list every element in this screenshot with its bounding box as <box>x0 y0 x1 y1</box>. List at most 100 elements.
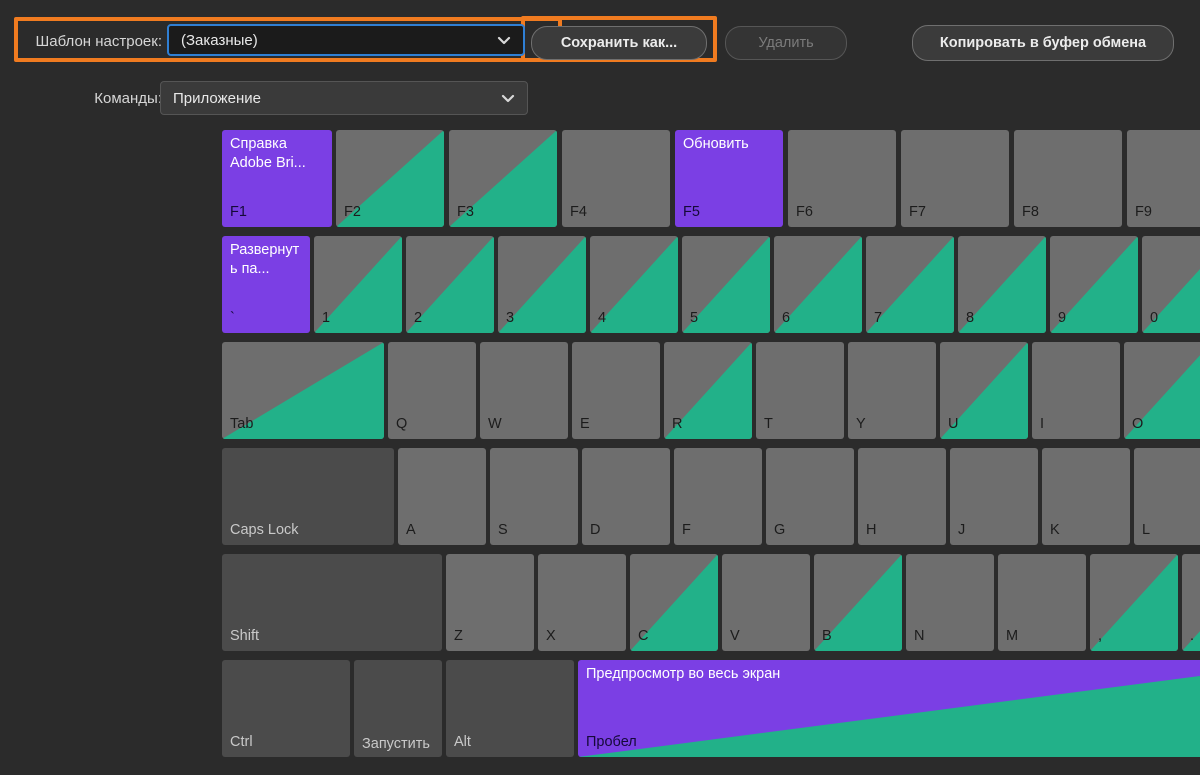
key-g[interactable]: G <box>766 448 854 545</box>
keyboard-row-function-row: Справка Adobe Bri...F1 F2 F3 F4ОбновитьF5 F6… <box>0 130 1200 235</box>
key-cap-label: G <box>774 522 785 539</box>
copy-to-clipboard-button[interactable]: Копировать в буфер обмена <box>912 25 1174 61</box>
key-3[interactable]: 3 <box>498 236 586 333</box>
key-cap-label: 8 <box>966 310 974 327</box>
key-m[interactable]: M <box>998 554 1086 651</box>
key-9[interactable]: 9 <box>1050 236 1138 333</box>
chevron-down-icon <box>501 91 515 105</box>
key-cap-label: V <box>730 628 740 645</box>
key-cap-label: K <box>1050 522 1060 539</box>
key-alt[interactable]: Alt <box>446 660 574 757</box>
keyboard-row-bottom-row: CtrlЗапуститьAltПредпросмотр во весь экр… <box>0 660 1200 765</box>
key-cap-label: F3 <box>457 204 474 221</box>
preset-label: Шаблон настроек: <box>22 33 162 50</box>
key-u[interactable]: U <box>940 342 1028 439</box>
key-cap-label: Tab <box>230 416 253 433</box>
key-ctrl[interactable]: Ctrl <box>222 660 350 757</box>
key-l[interactable]: L <box>1134 448 1200 545</box>
key-cap-label: F2 <box>344 204 361 221</box>
key-cap-label: 0 <box>1150 310 1158 327</box>
preset-select[interactable]: (Заказные) <box>167 24 525 56</box>
key-cap-label: F <box>682 522 691 539</box>
key-v[interactable]: V <box>722 554 810 651</box>
save-as-button[interactable]: Сохранить как... <box>531 26 707 60</box>
key-f2[interactable]: F2 <box>336 130 444 227</box>
shortcut-fill-triangle <box>1090 554 1178 651</box>
key-cap-label: 1 <box>322 310 330 327</box>
key-command-label: Развернуть па... <box>230 241 304 278</box>
key-f1[interactable]: Справка Adobe Bri...F1 <box>222 130 332 227</box>
key-f4[interactable]: F4 <box>562 130 670 227</box>
key-cap-label: W <box>488 416 502 433</box>
key--[interactable]: Развернуть па... ` <box>222 236 310 333</box>
key-0[interactable]: 0 <box>1142 236 1200 333</box>
keyboard-row-number-row: Развернуть па... ` 1 23456 78 90 <box>0 236 1200 341</box>
key-f8[interactable]: F8 <box>1014 130 1122 227</box>
key-o[interactable]: O <box>1124 342 1200 439</box>
commands-select[interactable]: Приложение <box>160 81 528 115</box>
key-f5[interactable]: ОбновитьF5 <box>675 130 783 227</box>
key-cap-label: U <box>948 416 958 433</box>
key-k[interactable]: K <box>1042 448 1130 545</box>
keyboard-row-shift-row: Shift Z X CV BNM,. <box>0 554 1200 659</box>
delete-button[interactable]: Удалить <box>725 26 847 60</box>
key--[interactable]: . <box>1182 554 1200 651</box>
key-2[interactable]: 2 <box>406 236 494 333</box>
key-cap-label: Q <box>396 416 407 433</box>
key-f6[interactable]: F6 <box>788 130 896 227</box>
key-s[interactable]: S <box>490 448 578 545</box>
key-d[interactable]: D <box>582 448 670 545</box>
key-пробел[interactable]: Предпросмотр во весь экранПробел <box>578 660 1200 757</box>
key-n[interactable]: N <box>906 554 994 651</box>
key-cap-label: X <box>546 628 556 645</box>
key-cap-label: F6 <box>796 204 813 221</box>
key-q[interactable]: Q <box>388 342 476 439</box>
key-cap-label: D <box>590 522 600 539</box>
key-запустить[interactable]: Запустить <box>354 660 442 757</box>
key-f9[interactable]: F9 <box>1127 130 1200 227</box>
key-cap-label: T <box>764 416 773 433</box>
key-6[interactable]: 6 <box>774 236 862 333</box>
key-cap-label: Пробел <box>586 734 637 751</box>
key-f3[interactable]: F3 <box>449 130 557 227</box>
key-8[interactable]: 8 <box>958 236 1046 333</box>
preset-select-value: (Заказные) <box>181 32 497 49</box>
key-j[interactable]: J <box>950 448 1038 545</box>
key-cap-label: H <box>866 522 876 539</box>
key-cap-label: L <box>1142 522 1150 539</box>
key-b[interactable]: B <box>814 554 902 651</box>
key-5[interactable]: 5 <box>682 236 770 333</box>
key-f7[interactable]: F7 <box>901 130 1009 227</box>
key-h[interactable]: H <box>858 448 946 545</box>
key-cap-label: M <box>1006 628 1018 645</box>
key-f[interactable]: F <box>674 448 762 545</box>
key-a[interactable]: A <box>398 448 486 545</box>
commands-label: Команды: <box>22 90 162 107</box>
key-caps-lock[interactable]: Caps Lock <box>222 448 394 545</box>
key-cap-label: R <box>672 416 682 433</box>
key-7[interactable]: 7 <box>866 236 954 333</box>
key-cap-label: F9 <box>1135 204 1152 221</box>
key-z[interactable]: Z <box>446 554 534 651</box>
key-e[interactable]: E <box>572 342 660 439</box>
key-x[interactable]: X <box>538 554 626 651</box>
key-tab[interactable]: Tab <box>222 342 384 439</box>
key-cap-label: ` <box>230 310 235 327</box>
keyboard-row-caps-row: Caps LockASD F G H J K L <box>0 448 1200 553</box>
key-1[interactable]: 1 <box>314 236 402 333</box>
key-w[interactable]: W <box>480 342 568 439</box>
key-cap-label: O <box>1132 416 1143 433</box>
key-shift[interactable]: Shift <box>222 554 442 651</box>
key-cap-label: Z <box>454 628 463 645</box>
key-t[interactable]: T <box>756 342 844 439</box>
key-cap-label: J <box>958 522 965 539</box>
key-cap-label: 6 <box>782 310 790 327</box>
key--[interactable]: , <box>1090 554 1178 651</box>
key-cap-label: F8 <box>1022 204 1039 221</box>
key-4[interactable]: 4 <box>590 236 678 333</box>
key-i[interactable]: I <box>1032 342 1120 439</box>
key-c[interactable]: C <box>630 554 718 651</box>
key-r[interactable]: R <box>664 342 752 439</box>
key-cap-label: F1 <box>230 204 247 221</box>
key-y[interactable]: Y <box>848 342 936 439</box>
